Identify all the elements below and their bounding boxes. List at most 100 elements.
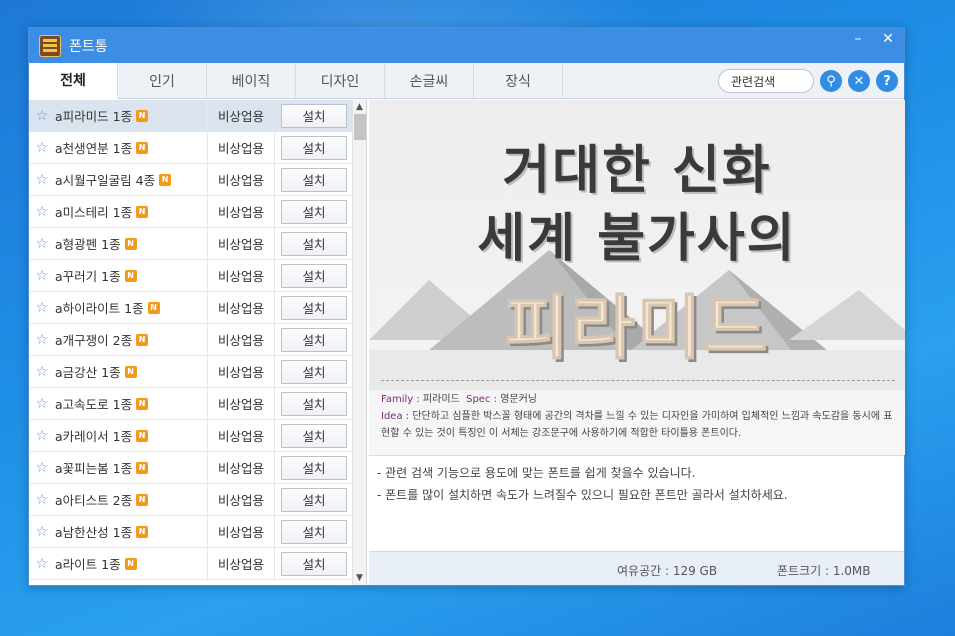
font-size-text: 폰트크기 : 1.0MB [777,564,871,578]
spec-value: 영문커닝 [500,394,537,405]
font-name: a아티스트 2종 N [55,490,207,509]
new-badge-icon: N [147,301,160,314]
font-row[interactable]: ☆ a미스테리 1종 N 비상업용 설치 [29,196,366,228]
scroll-down-icon[interactable]: ▼ [353,571,366,585]
install-button[interactable]: 설치 [281,519,347,544]
new-badge-icon: N [136,109,149,122]
tab-popular[interactable]: 인기 [118,63,207,98]
install-button[interactable]: 설치 [281,135,347,160]
install-button[interactable]: 설치 [281,167,347,192]
install-button[interactable]: 설치 [281,487,347,512]
favorite-star-icon[interactable]: ☆ [29,140,55,156]
favorite-star-icon[interactable]: ☆ [29,492,55,508]
new-badge-icon: N [136,493,149,506]
install-button[interactable]: 설치 [281,455,347,480]
category-tabs: 전체 인기 베이직 디자인 손글씨 장식 관련검색 ⚲ ✕ ? [29,63,904,99]
favorite-star-icon[interactable]: ☆ [29,236,55,252]
font-name: a금강산 1종 N [55,362,207,381]
favorite-star-icon[interactable]: ☆ [29,524,55,540]
font-row[interactable]: ☆ a개구쟁이 2종 N 비상업용 설치 [29,324,366,356]
favorite-star-icon[interactable]: ☆ [29,556,55,572]
preview-line-1: 거대한 신화 [502,141,772,201]
install-button[interactable]: 설치 [281,263,347,288]
favorite-star-icon[interactable]: ☆ [29,204,55,220]
new-badge-icon: N [136,333,149,346]
license-type: 비상업용 [207,196,275,227]
font-row[interactable]: ☆ a아티스트 2종 N 비상업용 설치 [29,484,366,516]
font-row[interactable]: ☆ a꾸러기 1종 N 비상업용 설치 [29,260,366,292]
favorite-star-icon[interactable]: ☆ [29,396,55,412]
font-row[interactable]: ☆ a하이라이트 1종 N 비상업용 설치 [29,292,366,324]
font-name: a하이라이트 1종 N [55,298,207,317]
new-badge-icon: N [159,173,172,186]
font-row[interactable]: ☆ a금강산 1종 N 비상업용 설치 [29,356,366,388]
favorite-star-icon[interactable]: ☆ [29,172,55,188]
tab-handwriting[interactable]: 손글씨 [385,63,474,98]
font-row[interactable]: ☆ a시월구일굴림 4종 N 비상업용 설치 [29,164,366,196]
font-name: a개구쟁이 2종 N [55,330,207,349]
list-scrollbar[interactable]: ▲ ▼ [352,100,366,585]
status-bar: 여유공간 : 129 GB 폰트크기 : 1.0MB [369,551,904,585]
font-row[interactable]: ☆ a꽃피는봄 1종 N 비상업용 설치 [29,452,366,484]
favorite-star-icon[interactable]: ☆ [29,332,55,348]
search-icon[interactable]: ⚲ [820,70,842,92]
title-bar[interactable]: 폰트통 – ✕ [29,28,904,63]
font-name: a피라미드 1종 N [55,106,207,125]
new-badge-icon: N [136,141,149,154]
license-type: 비상업용 [207,548,275,579]
tab-decorative[interactable]: 장식 [474,63,563,98]
install-button[interactable]: 설치 [281,295,347,320]
tab-basic[interactable]: 베이직 [207,63,296,98]
font-row[interactable]: ☆ a형광펜 1종 N 비상업용 설치 [29,228,366,260]
font-preview-image: 거대한 신화 세계 불가사의 피라미드 Family : 피라미드 Spec :… [369,100,905,455]
new-badge-icon: N [136,461,149,474]
font-row[interactable]: ☆ a남한산성 1종 N 비상업용 설치 [29,516,366,548]
tab-design[interactable]: 디자인 [296,63,385,98]
install-button[interactable]: 설치 [281,423,347,448]
font-name: a천생연분 1종 N [55,138,207,157]
minimize-button[interactable]: – [844,28,872,50]
window-title: 폰트통 [69,38,108,55]
font-description: Family : 피라미드 Spec : 영문커닝 Idea : 단단하고 심플… [381,380,895,442]
install-button[interactable]: 설치 [281,551,347,576]
family-value: 피라미드 [422,394,460,405]
install-button[interactable]: 설치 [281,359,347,384]
favorite-star-icon[interactable]: ☆ [29,428,55,444]
app-logo-icon [39,34,61,57]
new-badge-icon: N [124,269,137,282]
font-row[interactable]: ☆ a라이트 1종 N 비상업용 설치 [29,548,366,580]
idea-label: Idea : [381,411,410,422]
install-button[interactable]: 설치 [281,327,347,352]
font-row[interactable]: ☆ a천생연분 1종 N 비상업용 설치 [29,132,366,164]
clear-icon[interactable]: ✕ [848,70,870,92]
install-button[interactable]: 설치 [281,391,347,416]
font-row[interactable]: ☆ a카레이서 1종 N 비상업용 설치 [29,420,366,452]
license-type: 비상업용 [207,132,275,163]
favorite-star-icon[interactable]: ☆ [29,268,55,284]
install-button[interactable]: 설치 [281,231,347,256]
scroll-up-icon[interactable]: ▲ [353,100,366,114]
font-row[interactable]: ☆ a고속도로 1종 N 비상업용 설치 [29,388,366,420]
search-input[interactable]: 관련검색 [718,69,814,93]
close-window-button[interactable]: ✕ [872,28,904,50]
font-name: a남한산성 1종 N [55,522,207,541]
tab-all[interactable]: 전체 [29,63,118,99]
favorite-star-icon[interactable]: ☆ [29,364,55,380]
license-type: 비상업용 [207,164,275,195]
font-list: ☆ a피라미드 1종 N 비상업용 설치 ☆ a천생연분 1종 N 비상업용 설치 ☆ a시월구일굴림… [29,100,367,585]
license-type: 비상업용 [207,484,275,515]
new-badge-icon: N [136,397,149,410]
install-button[interactable]: 설치 [281,199,347,224]
new-badge-icon: N [136,429,149,442]
font-row[interactable]: ☆ a피라미드 1종 N 비상업용 설치 [29,100,366,132]
help-icon[interactable]: ? [876,70,898,92]
scroll-thumb[interactable] [354,114,366,140]
new-badge-icon: N [124,365,137,378]
favorite-star-icon[interactable]: ☆ [29,460,55,476]
font-name: a미스테리 1종 N [55,202,207,221]
new-badge-icon: N [136,525,149,538]
favorite-star-icon[interactable]: ☆ [29,300,55,316]
install-button[interactable]: 설치 [281,103,347,128]
favorite-star-icon[interactable]: ☆ [29,108,55,124]
font-name: a꽃피는봄 1종 N [55,458,207,477]
